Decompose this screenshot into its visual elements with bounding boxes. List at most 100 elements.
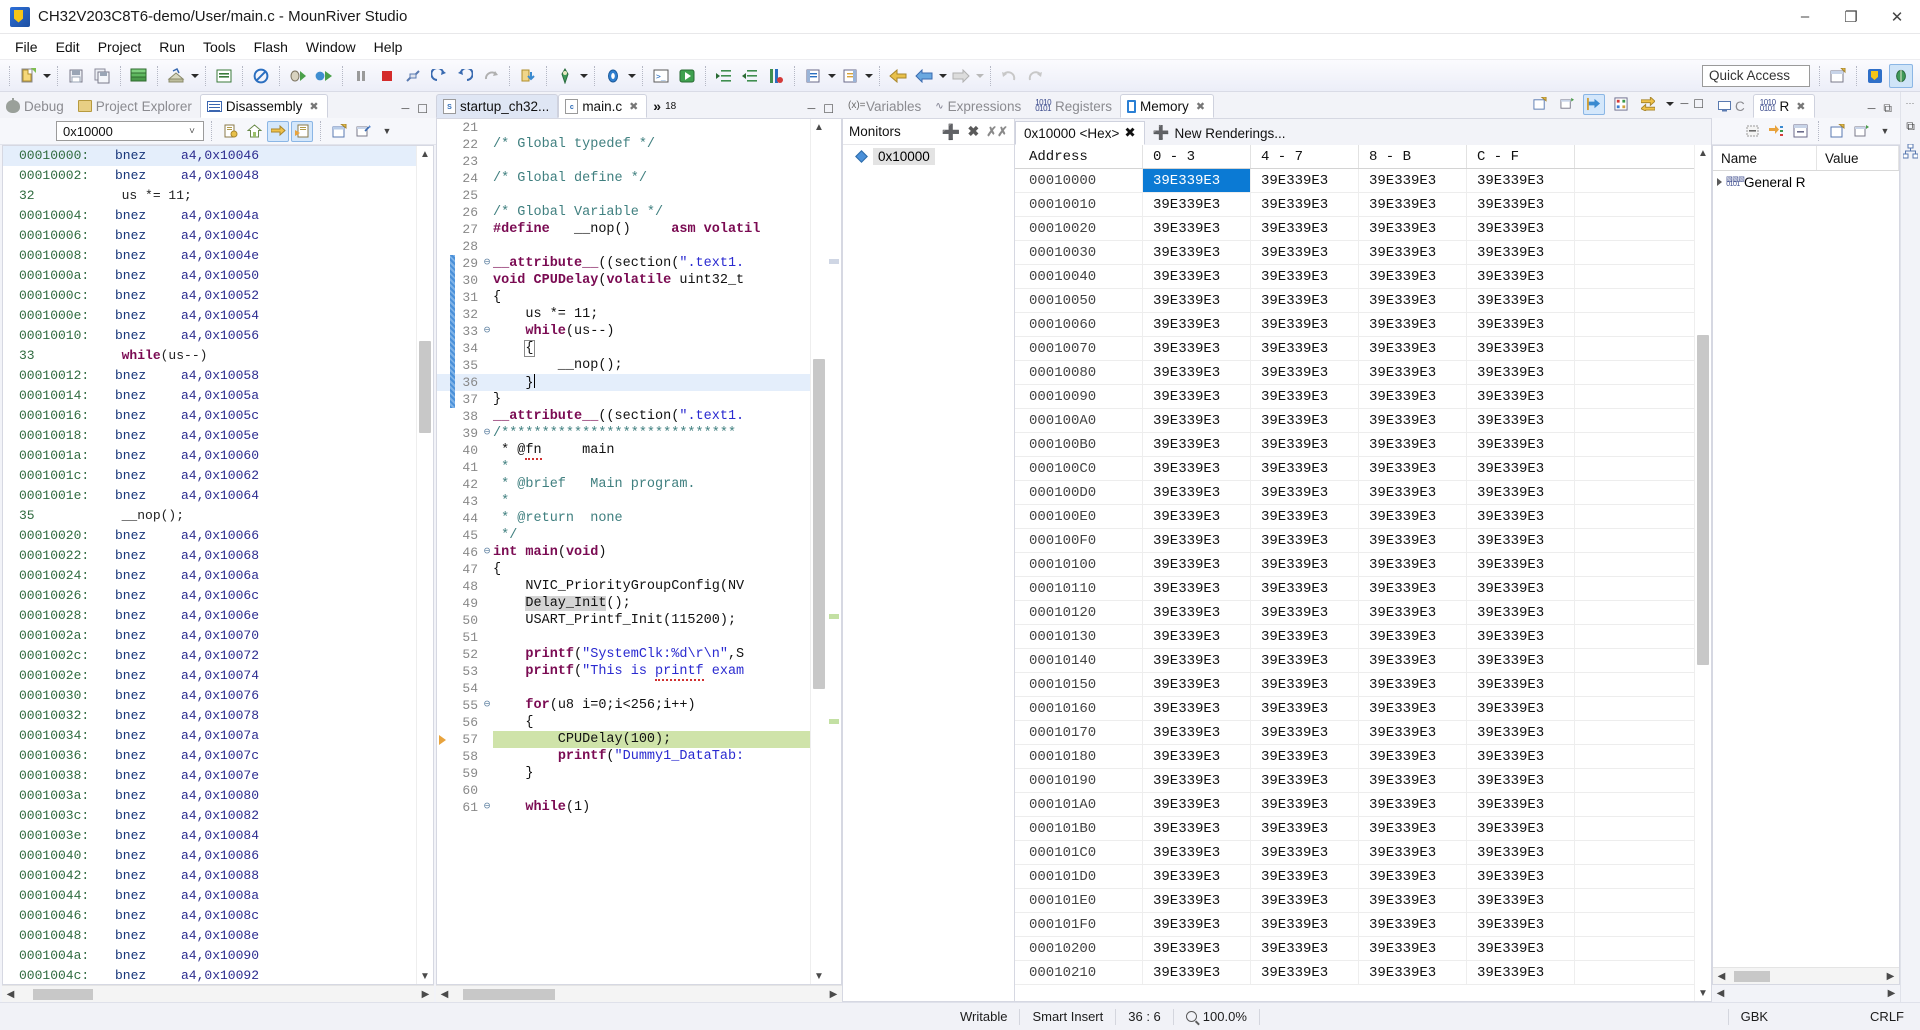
line-marker[interactable] <box>437 459 450 476</box>
memory-row[interactable]: 00010040 39E339E3 39E339E3 39E339E3 39E339E3 <box>1015 265 1694 289</box>
memory-cell[interactable]: 39E339E3 <box>1467 673 1575 696</box>
memory-cell[interactable]: 39E339E3 <box>1143 457 1251 480</box>
scroll-left-icon[interactable]: ◀ <box>436 989 453 1000</box>
memory-cell[interactable]: 39E339E3 <box>1359 193 1467 216</box>
disassembly-row[interactable]: 00010048: bnez a4,0x1008e <box>3 926 416 946</box>
code-line[interactable]: 21 <box>437 119 810 136</box>
pause-icon[interactable] <box>349 64 373 88</box>
registers-view-menu-icon[interactable]: ▼ <box>1874 121 1896 142</box>
disconnect-icon[interactable] <box>401 64 425 88</box>
disassembly-row[interactable]: 00010028: bnez a4,0x1006e <box>3 606 416 626</box>
code-line[interactable]: 42 * @brief Main program. <box>437 476 810 493</box>
fold-toggle-icon[interactable]: ⊖ <box>481 799 493 816</box>
memory-cell[interactable]: 39E339E3 <box>1359 241 1467 264</box>
line-marker[interactable] <box>437 663 450 680</box>
fold-toggle-icon[interactable]: ⊖ <box>481 697 493 714</box>
tab-startup-ch32[interactable]: S startup_ch32... <box>436 94 559 118</box>
memory-cell[interactable]: 39E339E3 <box>1359 169 1467 192</box>
memory-row[interactable]: 000100F0 39E339E3 39E339E3 39E339E3 39E339E3 <box>1015 529 1694 553</box>
view-menu-pin-icon[interactable] <box>352 121 374 142</box>
line-marker[interactable] <box>437 697 450 714</box>
memory-cell[interactable]: 39E339E3 <box>1251 457 1359 480</box>
line-marker[interactable] <box>437 765 450 782</box>
minimize-view-icon[interactable]: ─ <box>401 103 409 115</box>
memory-cell[interactable]: 39E339E3 <box>1359 793 1467 816</box>
memory-cell[interactable]: 39E339E3 <box>1359 841 1467 864</box>
fold-toggle-icon[interactable] <box>481 136 493 153</box>
scroll-up-icon[interactable]: ▲ <box>417 146 433 162</box>
memory-columns-icon[interactable] <box>1610 94 1632 115</box>
close-icon[interactable]: ✖ <box>1124 125 1135 141</box>
memory-cell[interactable]: 39E339E3 <box>1467 697 1575 720</box>
memory-row[interactable]: 00010200 39E339E3 39E339E3 39E339E3 39E339E3 <box>1015 937 1694 961</box>
register-row-general[interactable]: ▧▧▧ 0101 General R <box>1713 171 1899 193</box>
fold-toggle-icon[interactable]: ⊖ <box>481 323 493 340</box>
line-marker[interactable] <box>437 544 450 561</box>
outline-view-icon[interactable] <box>1903 144 1918 159</box>
editor-vscrollbar[interactable]: ▲ ▼ <box>810 119 827 984</box>
memory-row[interactable]: 00010090 39E339E3 39E339E3 39E339E3 39E339E3 <box>1015 385 1694 409</box>
memory-cell[interactable]: 39E339E3 <box>1359 433 1467 456</box>
perspective-debug-icon[interactable] <box>1889 63 1913 88</box>
memory-cell[interactable]: 39E339E3 <box>1359 361 1467 384</box>
debug-icon[interactable] <box>286 64 310 88</box>
minimize-view-icon[interactable]: ─ <box>1680 98 1688 110</box>
code-line[interactable]: 36 } <box>437 374 810 391</box>
memory-cell[interactable]: 39E339E3 <box>1143 649 1251 672</box>
memory-cell[interactable]: 39E339E3 <box>1467 337 1575 360</box>
memory-cell[interactable]: 39E339E3 <box>1251 577 1359 600</box>
memory-cell[interactable]: 39E339E3 <box>1143 553 1251 576</box>
memory-cell[interactable]: 39E339E3 <box>1359 313 1467 336</box>
line-marker[interactable] <box>437 476 450 493</box>
fold-toggle-icon[interactable] <box>481 340 493 357</box>
scroll-down-icon[interactable]: ▼ <box>811 968 827 984</box>
memory-cell[interactable]: 39E339E3 <box>1359 385 1467 408</box>
external-tools-icon[interactable] <box>553 64 577 88</box>
prev-annotation-dropdown-icon[interactable] <box>863 64 874 88</box>
line-marker[interactable] <box>437 646 450 663</box>
memory-row[interactable]: 00010130 39E339E3 39E339E3 39E339E3 39E339E3 <box>1015 625 1694 649</box>
memory-cell[interactable]: 39E339E3 <box>1251 865 1359 888</box>
toggle-symbols-icon[interactable] <box>291 120 313 142</box>
maximize-view-icon[interactable]: ☐ <box>1693 97 1704 111</box>
memory-cell[interactable]: 39E339E3 <box>1359 649 1467 672</box>
memory-row[interactable]: 00010020 39E339E3 39E339E3 39E339E3 39E339E3 <box>1015 217 1694 241</box>
memory-cell[interactable]: 39E339E3 <box>1143 793 1251 816</box>
memory-cell[interactable]: 39E339E3 <box>1143 673 1251 696</box>
line-marker[interactable] <box>437 323 450 340</box>
memory-cell[interactable]: 39E339E3 <box>1467 601 1575 624</box>
fold-toggle-icon[interactable] <box>481 289 493 306</box>
pin-registers-view-icon[interactable] <box>1850 121 1872 142</box>
memory-cell[interactable]: 39E339E3 <box>1143 289 1251 312</box>
memory-cell[interactable]: 39E339E3 <box>1359 577 1467 600</box>
memory-cell[interactable]: 39E339E3 <box>1467 433 1575 456</box>
registers-layout-icon[interactable] <box>1789 121 1811 142</box>
code-line[interactable]: 59 } <box>437 765 810 782</box>
memory-column-header[interactable]: C - F <box>1467 145 1575 168</box>
restore-minimized-icon[interactable]: ⋯ <box>1906 98 1916 109</box>
registers-empty-area[interactable] <box>1713 193 1899 967</box>
line-marker[interactable] <box>437 527 450 544</box>
code-line[interactable]: 51 <box>437 629 810 646</box>
code-line[interactable]: 32 us *= 11; <box>437 306 810 323</box>
fold-toggle-icon[interactable] <box>481 153 493 170</box>
disassembly-row[interactable]: 00010046: bnez a4,0x1008c <box>3 906 416 926</box>
tab-memory[interactable]: Memory ✖ <box>1120 94 1215 118</box>
memory-cell[interactable]: 39E339E3 <box>1251 601 1359 624</box>
memory-cell[interactable]: 39E339E3 <box>1467 553 1575 576</box>
console-icon[interactable] <box>212 64 236 88</box>
memory-column-header[interactable]: 0 - 3 <box>1143 145 1251 168</box>
memory-cell[interactable]: 39E339E3 <box>1467 913 1575 936</box>
memory-cell[interactable]: 39E339E3 <box>1143 241 1251 264</box>
memory-cell[interactable]: 39E339E3 <box>1467 817 1575 840</box>
tab-registers[interactable]: 1010 0101 Registers <box>1029 94 1120 118</box>
add-register-group-icon[interactable] <box>1765 121 1787 142</box>
disassembly-row[interactable]: 0001001c: bnez a4,0x10062 <box>3 466 416 486</box>
home-icon[interactable] <box>243 121 265 142</box>
memory-row[interactable]: 00010210 39E339E3 39E339E3 39E339E3 39E339E3 <box>1015 961 1694 985</box>
memory-cell[interactable]: 39E339E3 <box>1467 385 1575 408</box>
rendering-tab-hex[interactable]: 0x10000 <Hex> ✖ <box>1015 121 1145 145</box>
memory-cell[interactable]: 39E339E3 <box>1359 289 1467 312</box>
memory-row[interactable]: 00010160 39E339E3 39E339E3 39E339E3 39E339E3 <box>1015 697 1694 721</box>
quick-access-input[interactable]: Quick Access <box>1702 64 1810 87</box>
